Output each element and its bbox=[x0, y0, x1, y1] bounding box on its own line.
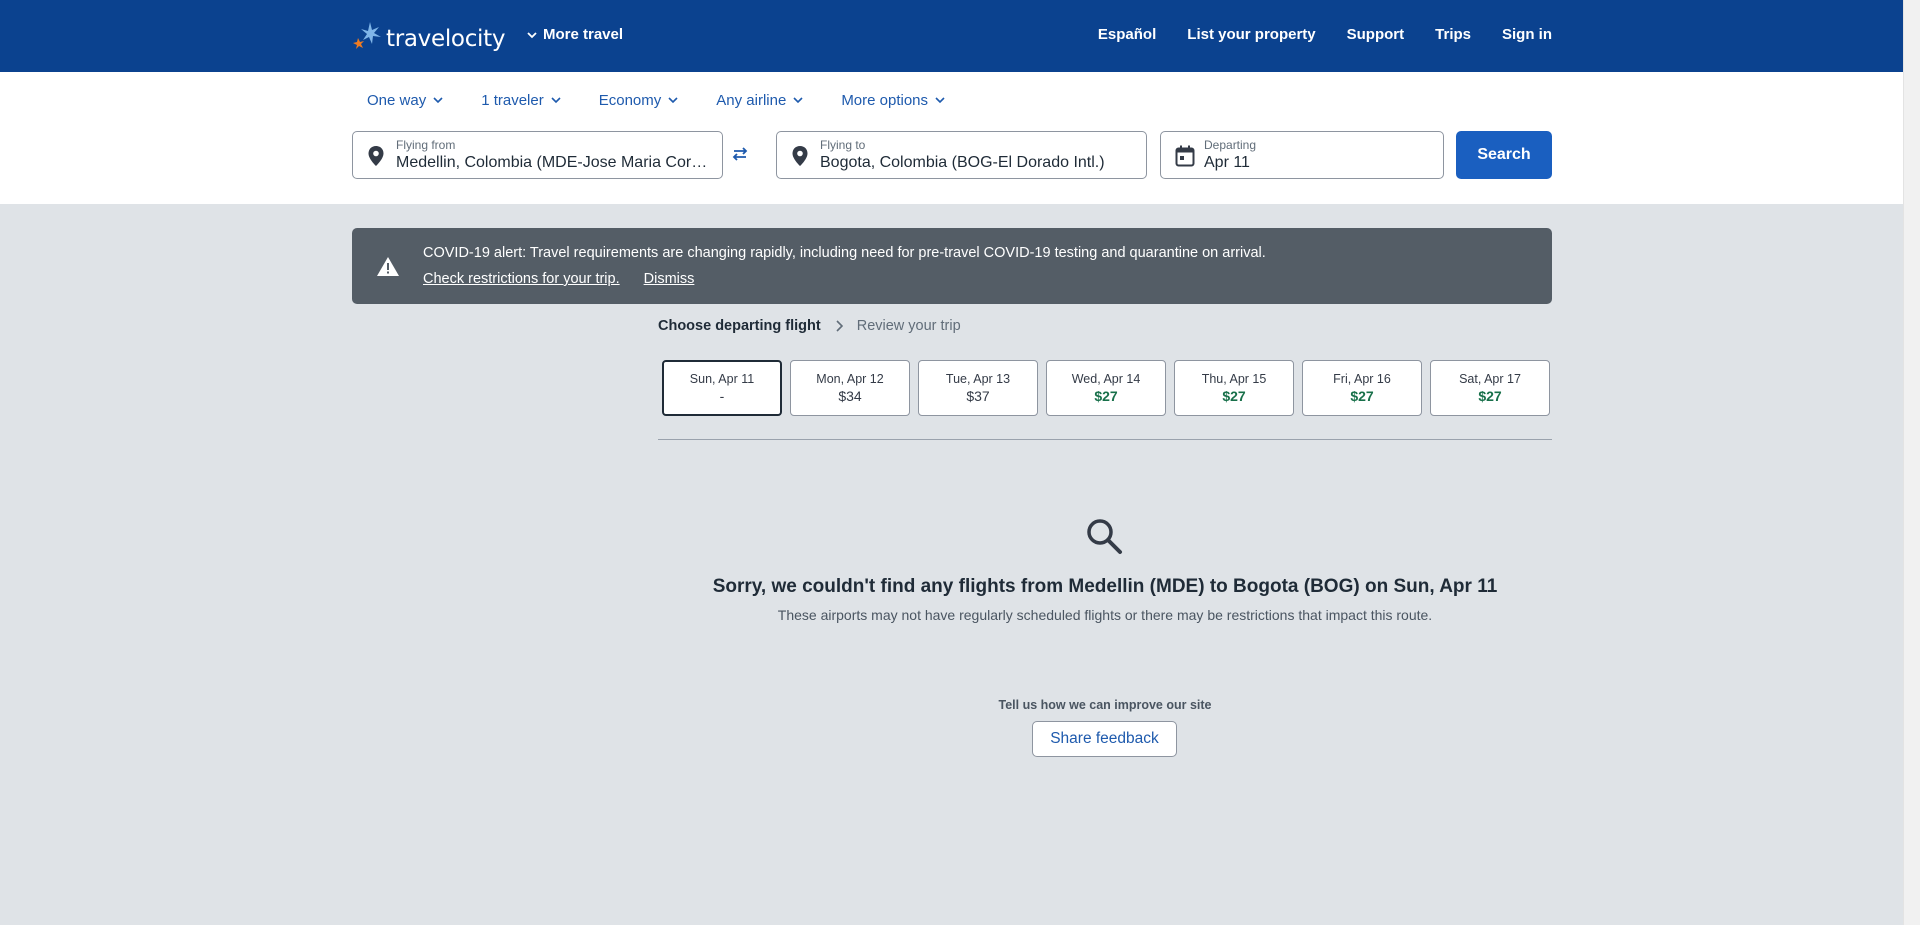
date-price: $27 bbox=[1222, 388, 1246, 404]
departing-label: Departing bbox=[1204, 138, 1257, 152]
date-card-wed-apr-14[interactable]: Wed, Apr 14 $27 bbox=[1046, 360, 1166, 416]
date-price: $34 bbox=[838, 388, 862, 404]
chevron-right-icon bbox=[835, 320, 843, 332]
logo-text: travelocity bbox=[386, 26, 506, 52]
flying-to-label: Flying to bbox=[820, 138, 866, 152]
travelers-label: 1 traveler bbox=[481, 92, 544, 109]
more-options-label: More options bbox=[841, 92, 929, 109]
trip-type-label: One way bbox=[367, 92, 427, 109]
nav-support[interactable]: Support bbox=[1347, 26, 1405, 43]
no-flights-title: Sorry, we couldn't find any flights from… bbox=[712, 576, 1498, 597]
date-card-sun-apr-11[interactable]: Sun, Apr 11 - bbox=[662, 360, 782, 416]
date-price: $27 bbox=[1350, 388, 1374, 404]
dismiss-alert-link[interactable]: Dismiss bbox=[644, 271, 695, 287]
nav-list-property[interactable]: List your property bbox=[1187, 26, 1315, 43]
location-pin-icon bbox=[368, 146, 384, 166]
departing-value: Apr 11 bbox=[1204, 154, 1250, 171]
search-panel: One way 1 traveler Economy Any airline M… bbox=[0, 72, 1903, 204]
step-review-trip: Review your trip bbox=[856, 318, 961, 334]
departing-date-field[interactable]: Departing Apr 11 bbox=[1160, 131, 1444, 179]
date-price-strip: Sun, Apr 11 - Mon, Apr 12 $34 Tue, Apr 1… bbox=[662, 360, 1550, 416]
date-card-thu-apr-15[interactable]: Thu, Apr 15 $27 bbox=[1174, 360, 1294, 416]
date-card-tue-apr-13[interactable]: Tue, Apr 13 $37 bbox=[918, 360, 1038, 416]
chevron-down-icon bbox=[935, 97, 945, 104]
date-price: $27 bbox=[1094, 388, 1118, 404]
warning-icon bbox=[377, 257, 399, 276]
more-options-dropdown[interactable]: More options bbox=[841, 92, 945, 109]
date-label: Fri, Apr 16 bbox=[1333, 372, 1391, 386]
covid-alert-message: COVID-19 alert: Travel requirements are … bbox=[423, 245, 1266, 261]
date-label: Sat, Apr 17 bbox=[1459, 372, 1521, 386]
search-options: One way 1 traveler Economy Any airline M… bbox=[367, 92, 983, 109]
swap-airports-button[interactable] bbox=[731, 147, 749, 166]
section-divider bbox=[658, 439, 1552, 440]
airline-label: Any airline bbox=[716, 92, 787, 109]
nav-trips[interactable]: Trips bbox=[1435, 26, 1471, 43]
date-card-fri-apr-16[interactable]: Fri, Apr 16 $27 bbox=[1302, 360, 1422, 416]
date-label: Thu, Apr 15 bbox=[1201, 372, 1267, 386]
swap-arrows-icon bbox=[732, 147, 748, 161]
airline-dropdown[interactable]: Any airline bbox=[716, 92, 803, 109]
chevron-down-icon bbox=[527, 31, 537, 38]
covid-alert-banner: COVID-19 alert: Travel requirements are … bbox=[352, 228, 1552, 304]
check-restrictions-link[interactable]: Check restrictions for your trip. bbox=[423, 271, 620, 287]
date-card-mon-apr-12[interactable]: Mon, Apr 12 $34 bbox=[790, 360, 910, 416]
search-button[interactable]: Search bbox=[1456, 131, 1552, 179]
cabin-class-dropdown[interactable]: Economy bbox=[599, 92, 679, 109]
no-flights-subtitle: These airports may not have regularly sc… bbox=[777, 607, 1433, 623]
date-label: Mon, Apr 12 bbox=[816, 372, 884, 386]
date-label: Sun, Apr 11 bbox=[689, 372, 755, 386]
share-feedback-button[interactable]: Share feedback bbox=[1032, 721, 1177, 757]
date-label: Wed, Apr 14 bbox=[1071, 372, 1141, 386]
chevron-down-icon bbox=[433, 97, 443, 104]
flying-from-field[interactable]: Flying from Medellin, Colombia (MDE-Jose… bbox=[352, 131, 723, 179]
cabin-class-label: Economy bbox=[598, 92, 662, 109]
travelocity-logo[interactable]: travelocity bbox=[352, 20, 505, 52]
chevron-down-icon bbox=[551, 97, 561, 104]
date-card-sat-apr-17[interactable]: Sat, Apr 17 $27 bbox=[1430, 360, 1550, 416]
flying-to-field[interactable]: Flying to Bogota, Colombia (BOG-El Dorad… bbox=[776, 131, 1147, 179]
trip-type-dropdown[interactable]: One way bbox=[367, 92, 443, 109]
flying-from-label: Flying from bbox=[396, 138, 456, 152]
chevron-down-icon bbox=[668, 97, 678, 104]
header-nav: Español List your property Support Trips… bbox=[1098, 26, 1552, 43]
booking-steps-breadcrumb: Choose departing flight Review your trip bbox=[658, 318, 961, 334]
page-scrollbar[interactable] bbox=[1903, 0, 1920, 925]
step-choose-departing: Choose departing flight bbox=[658, 318, 821, 334]
flying-from-value: Medellin, Colombia (MDE-Jose Maria Cordo… bbox=[396, 154, 711, 171]
top-header: travelocity More travel Español List you… bbox=[0, 0, 1903, 72]
chevron-down-icon bbox=[793, 97, 803, 104]
logo-star-icon bbox=[353, 22, 381, 49]
date-price: $37 bbox=[966, 388, 990, 404]
nav-sign-in[interactable]: Sign in bbox=[1502, 26, 1552, 43]
search-icon bbox=[1087, 519, 1122, 554]
date-label: Tue, Apr 13 bbox=[945, 372, 1011, 386]
nav-espanol[interactable]: Español bbox=[1098, 26, 1156, 43]
calendar-icon bbox=[1175, 145, 1195, 167]
more-travel-menu[interactable]: More travel bbox=[527, 26, 623, 43]
location-pin-icon bbox=[792, 146, 808, 166]
date-price: - bbox=[719, 388, 725, 404]
date-price: $27 bbox=[1478, 388, 1502, 404]
covid-alert-links: Check restrictions for your trip. Dismis… bbox=[423, 271, 694, 287]
travelers-dropdown[interactable]: 1 traveler bbox=[481, 92, 561, 109]
flying-to-value: Bogota, Colombia (BOG-El Dorado Intl.) bbox=[820, 154, 1105, 171]
feedback-prompt: Tell us how we can improve our site bbox=[998, 698, 1212, 712]
more-travel-label: More travel bbox=[543, 26, 624, 43]
